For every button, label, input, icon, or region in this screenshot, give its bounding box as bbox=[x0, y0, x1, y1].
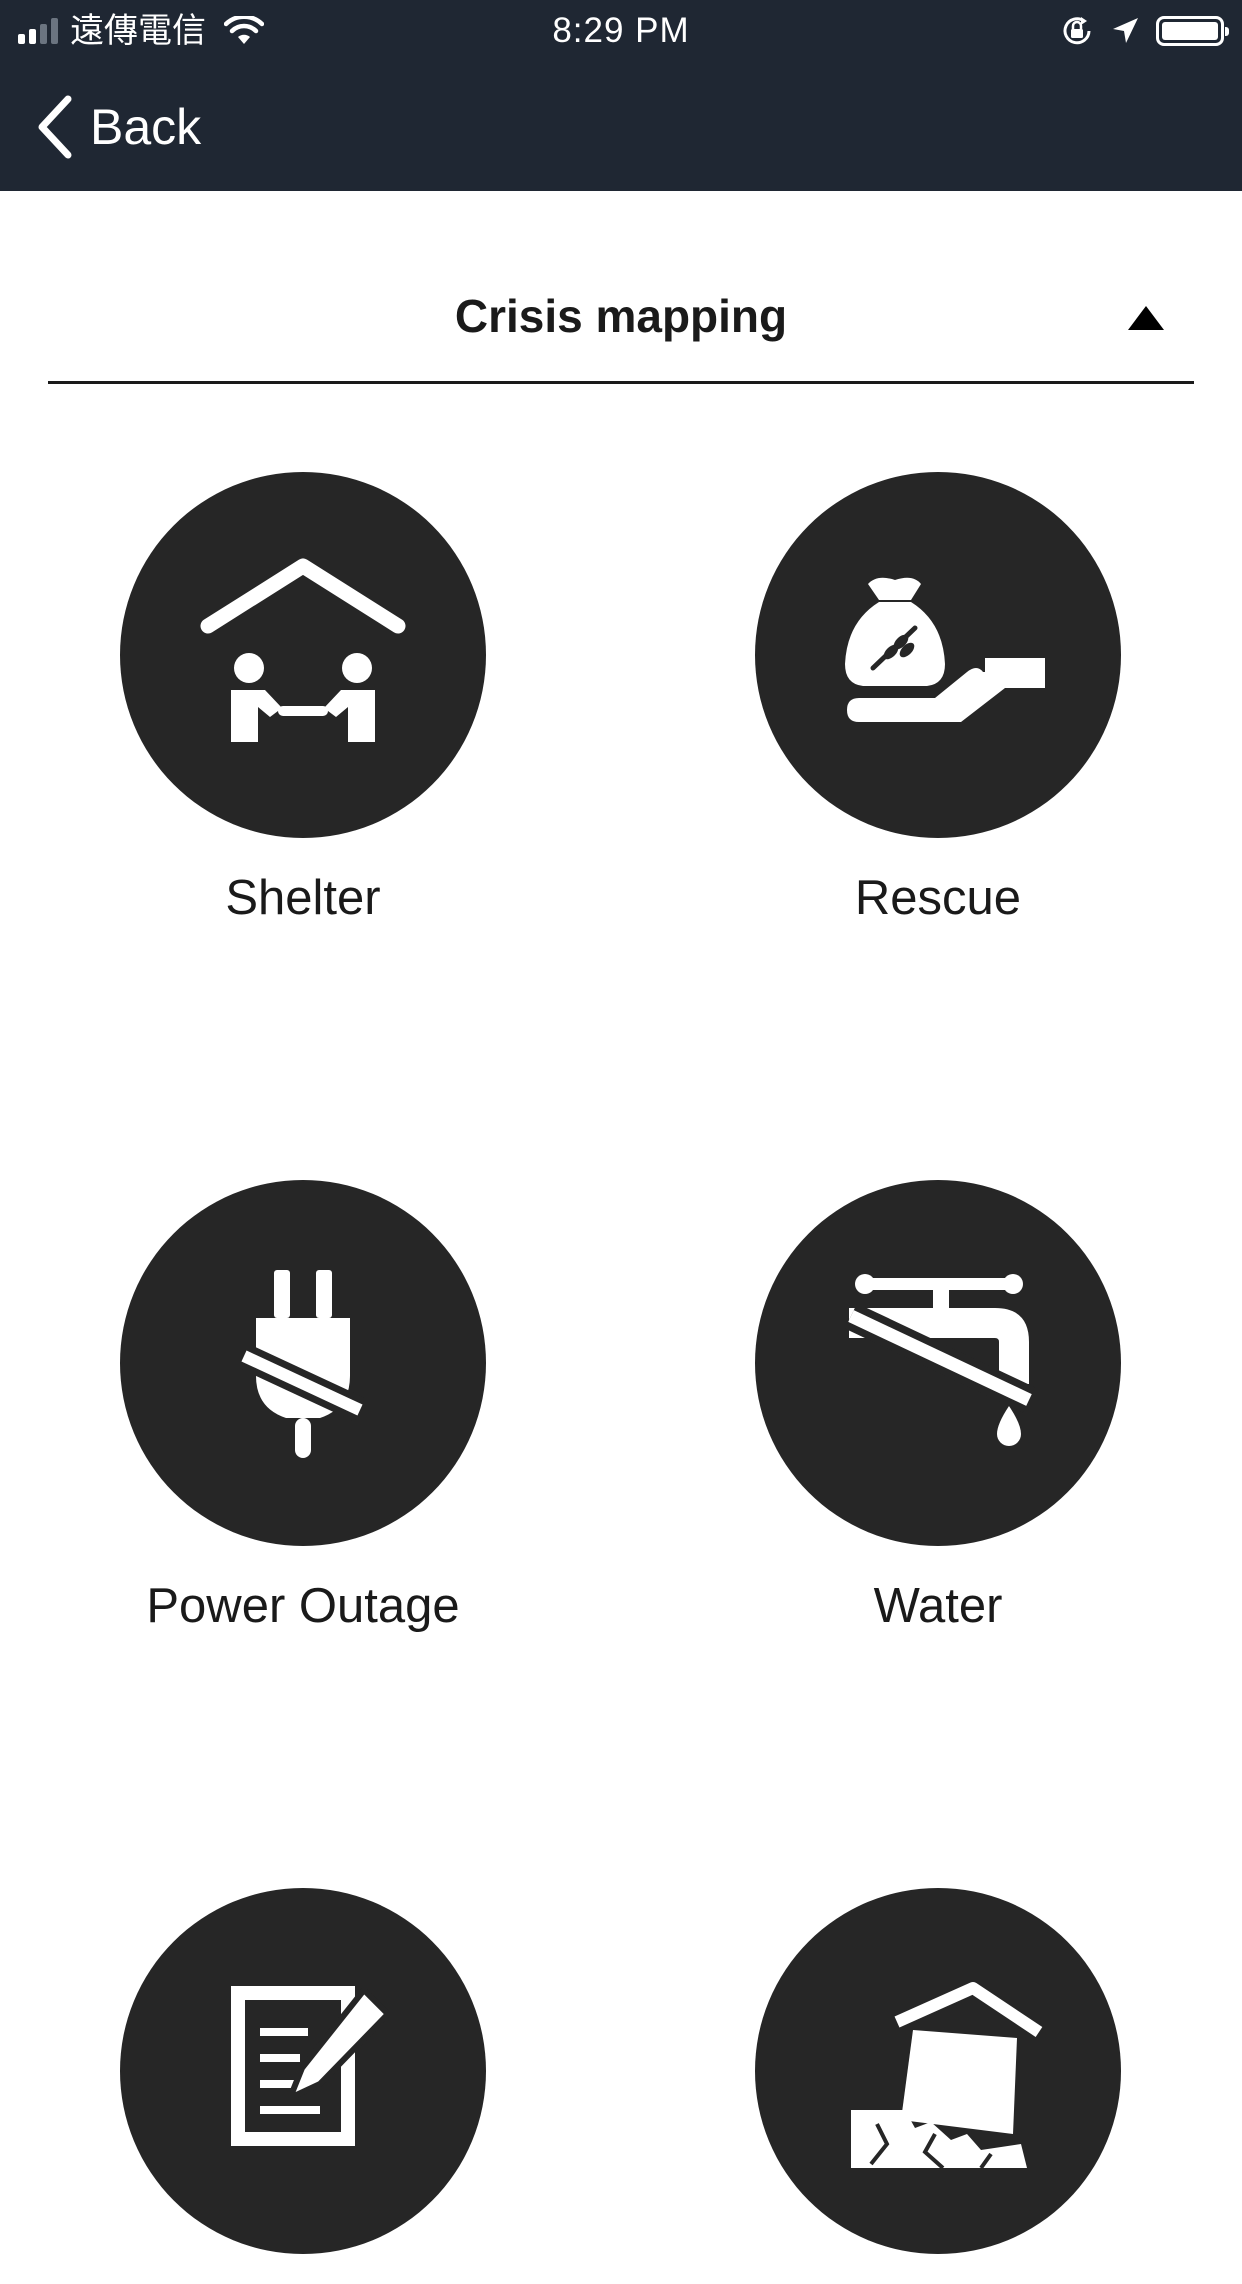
category-grid: Shelter Rescue Power Outage Water bbox=[0, 0, 1242, 2254]
category-damaged-building[interactable] bbox=[728, 1888, 1148, 2284]
category-power-outage[interactable]: Power Outage bbox=[93, 1180, 513, 1636]
category-shelter[interactable]: Shelter bbox=[93, 472, 513, 928]
category-label: Power Outage bbox=[146, 1579, 460, 1633]
category-rescue[interactable]: Rescue bbox=[728, 472, 1148, 928]
category-circle bbox=[755, 1888, 1121, 2254]
food-aid-icon bbox=[845, 577, 1045, 722]
category-circle bbox=[120, 1888, 486, 2254]
collapsed-house-icon bbox=[851, 1982, 1043, 2170]
power-outage-icon bbox=[238, 1270, 366, 1458]
shelter-icon bbox=[200, 558, 406, 742]
category-report[interactable] bbox=[93, 1888, 513, 2284]
category-label: Shelter bbox=[225, 871, 381, 925]
category-label: Water bbox=[873, 1579, 1003, 1633]
water-outage-icon bbox=[845, 1274, 1035, 1446]
category-label: Rescue bbox=[854, 871, 1022, 925]
category-circle bbox=[755, 1180, 1121, 1546]
category-water[interactable]: Water bbox=[728, 1180, 1148, 1636]
report-form-icon bbox=[231, 1986, 391, 2146]
category-circle bbox=[755, 472, 1121, 838]
category-circle bbox=[120, 472, 486, 838]
category-circle bbox=[120, 1180, 486, 1546]
